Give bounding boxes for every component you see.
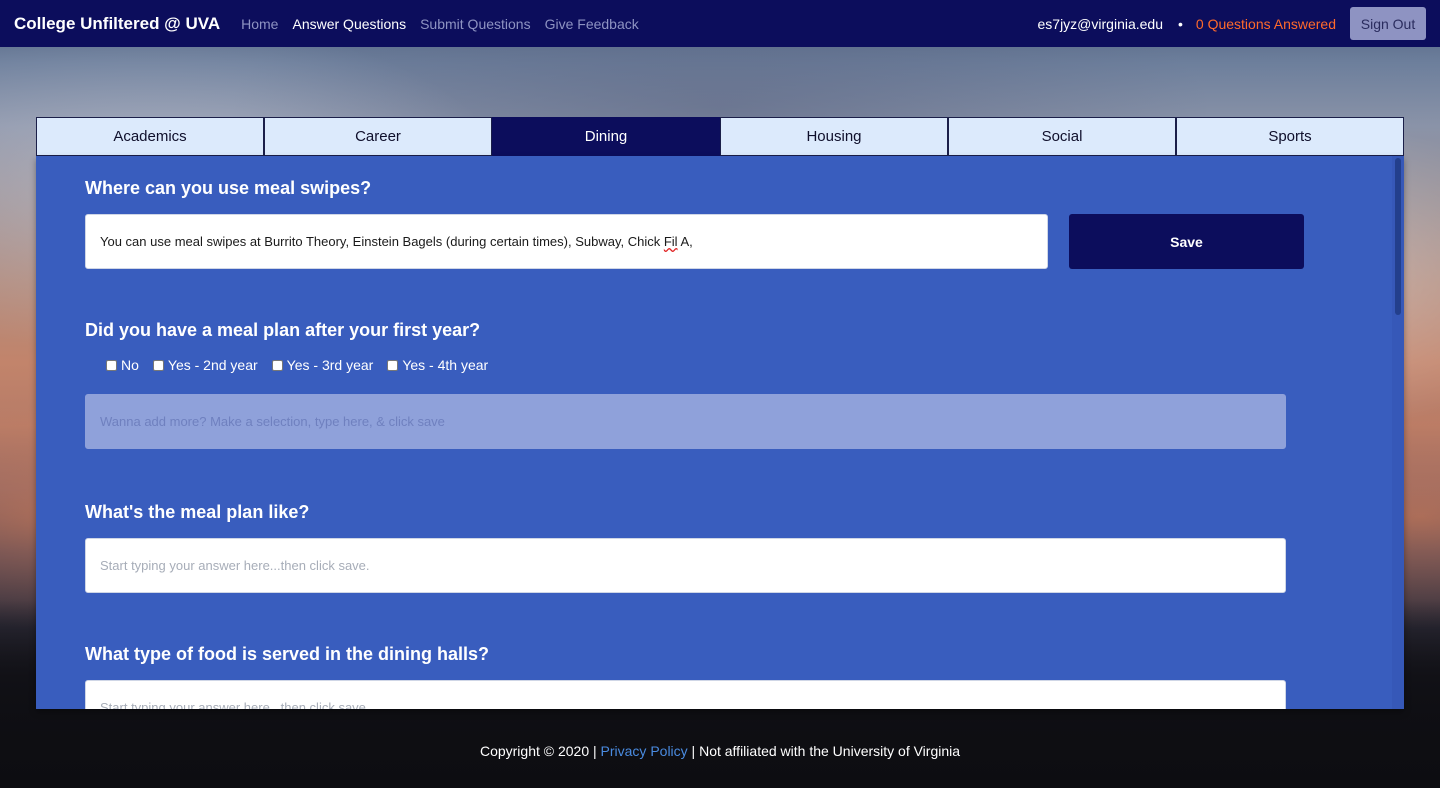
footer-disclaimer: | Not affiliated with the University of … (687, 743, 961, 759)
nav-home-link[interactable]: Home (241, 16, 278, 32)
questions-panel: Where can you use meal swipes? You can u… (36, 156, 1404, 709)
answer-input[interactable]: Start typing your answer here...then cli… (85, 680, 1286, 709)
category-tabs: Academics Career Dining Housing Social S… (36, 117, 1404, 156)
tab-social[interactable]: Social (948, 117, 1176, 156)
sign-out-button[interactable]: Sign Out (1350, 7, 1426, 40)
option-yes-3rd-year[interactable]: Yes - 3rd year (271, 357, 374, 373)
input-placeholder: Wanna add more? Make a selection, type h… (100, 414, 445, 429)
question-title: What's the meal plan like? (85, 502, 310, 522)
answer-text-misspelled: Fil (663, 234, 678, 249)
tab-dining[interactable]: Dining (492, 117, 720, 156)
brand-title[interactable]: College Unfiltered @ UVA (14, 14, 220, 34)
nav-right-group: es7jyz@virginia.edu • 0 Questions Answer… (1037, 7, 1426, 40)
privacy-policy-link[interactable]: Privacy Policy (601, 743, 688, 759)
input-placeholder: Start typing your answer here...then cli… (100, 700, 370, 709)
save-button[interactable]: Save (1069, 214, 1304, 269)
answer-input[interactable]: Start typing your answer here...then cli… (85, 538, 1286, 593)
option-no[interactable]: No (106, 357, 139, 373)
questions-answered-count: 0 Questions Answered (1195, 15, 1336, 32)
option-yes-2nd-year[interactable]: Yes - 2nd year (152, 357, 258, 373)
tab-academics[interactable]: Academics (36, 117, 264, 156)
option-label: Yes - 4th year (402, 357, 489, 373)
question-title: Where can you use meal swipes? (85, 178, 372, 198)
option-label: Yes - 2nd year (167, 357, 258, 373)
question-title: Did you have a meal plan after your firs… (85, 320, 481, 340)
nav-answer-questions-link[interactable]: Answer Questions (292, 16, 406, 32)
option-label: No (121, 357, 139, 373)
top-navbar: College Unfiltered @ UVA Home Answer Que… (0, 0, 1440, 47)
user-email: es7jyz@virginia.edu (1037, 15, 1164, 32)
tab-sports[interactable]: Sports (1176, 117, 1404, 156)
meal-plan-options: No Yes - 2nd year Yes - 3rd year Yes - 4… (106, 357, 502, 373)
option-yes-4th-year[interactable]: Yes - 4th year (387, 357, 488, 373)
nav-submit-questions-link[interactable]: Submit Questions (420, 16, 531, 32)
question-title: What type of food is served in the dinin… (85, 644, 490, 664)
option-label: Yes - 3rd year (286, 357, 374, 373)
checkbox[interactable] (271, 359, 283, 371)
tab-career[interactable]: Career (264, 117, 492, 156)
scrollbar-thumb[interactable] (1395, 158, 1401, 315)
answer-input[interactable]: You can use meal swipes at Burrito Theor… (85, 214, 1048, 269)
nav-separator-dot: • (1178, 15, 1183, 32)
answer-text-prefix: You can use meal swipes at Burrito Theor… (100, 234, 664, 249)
input-placeholder: Start typing your answer here...then cli… (100, 558, 370, 573)
checkbox[interactable] (387, 359, 399, 371)
answer-text-suffix: A, (677, 234, 693, 249)
footer-copyright: Copyright © 2020 | (479, 743, 601, 759)
checkbox[interactable] (106, 359, 117, 371)
nav-give-feedback-link[interactable]: Give Feedback (545, 16, 639, 32)
tab-housing[interactable]: Housing (720, 117, 948, 156)
panel-scrollbar[interactable] (1392, 156, 1404, 709)
footer: Copyright © 2020 | Privacy Policy | Not … (0, 743, 1440, 759)
checkbox[interactable] (152, 359, 164, 371)
additional-answer-input[interactable]: Wanna add more? Make a selection, type h… (85, 394, 1286, 449)
